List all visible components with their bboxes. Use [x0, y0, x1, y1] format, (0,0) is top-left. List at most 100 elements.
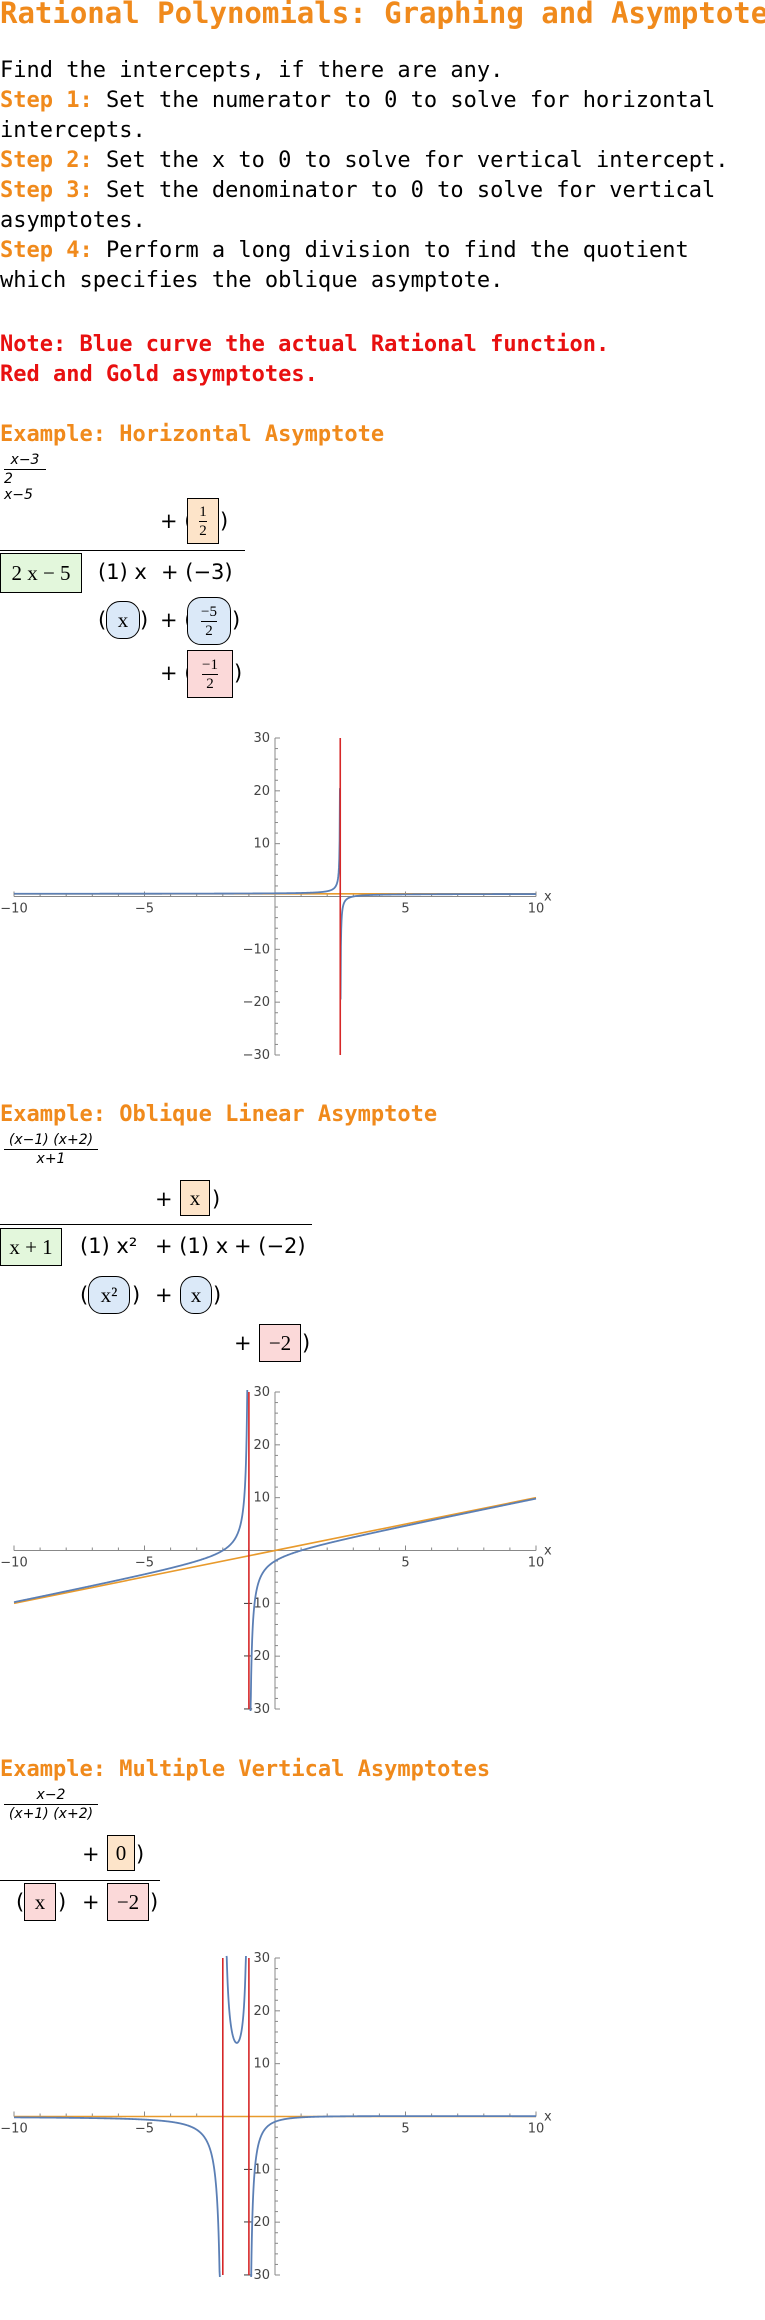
- denominator-root-box-2: −2: [107, 1883, 149, 1921]
- x-axis-label: x: [544, 890, 552, 905]
- remainder-box: −1 2: [187, 650, 233, 698]
- step-text: Perform a long division to find the quot…: [0, 238, 689, 293]
- y-tick-label: 30: [253, 1951, 270, 1966]
- paren-close: ): [212, 1187, 221, 1211]
- division-bar: [0, 550, 245, 551]
- step-label: Step 2:: [0, 148, 93, 173]
- chart-horizontal-asymptote: −10 −5 5 10 −30 −20 −10 10 20 30 x: [0, 731, 552, 1063]
- paren-open: (: [80, 1283, 89, 1307]
- paren-open: (: [98, 608, 107, 632]
- y-tick-label: −30: [243, 1702, 270, 1717]
- dividend-term-3: + (−2): [234, 1234, 306, 1258]
- note: Note: Blue curve the actual Rational fun…: [0, 330, 609, 390]
- y-tick-label: 30: [253, 731, 270, 746]
- y-tick-label: 30: [253, 1385, 270, 1400]
- step-2: Step 2: Set the x to 0 to solve for vert…: [0, 146, 765, 176]
- paren-close: ): [213, 1283, 222, 1307]
- remainder-box: −2: [259, 1324, 301, 1362]
- step-label: Step 3:: [0, 178, 93, 203]
- paren-close: ): [302, 1331, 311, 1355]
- x-tick-label: 10: [528, 902, 545, 917]
- paren-close: ): [140, 608, 149, 632]
- y-tick-label: 10: [253, 2057, 270, 2072]
- x-tick-label: 5: [401, 1556, 409, 1571]
- chart-oblique-asymptote: −10 −5 5 10 −30 −20 −10 10 20 30 x: [0, 1385, 552, 1717]
- x-tick-label: −10: [0, 902, 27, 917]
- paren-close: ): [234, 661, 243, 685]
- dividend-term-1: (1) x²: [80, 1234, 138, 1258]
- paren-close: ): [136, 1842, 145, 1866]
- quotient-box: x: [180, 1180, 210, 1216]
- example-2-fraction: (x−1) (x+2) x+1: [4, 1132, 98, 1167]
- example-1-fraction: x−3 2 x−5: [4, 452, 46, 503]
- fraction-numerator: x−3: [10, 452, 40, 468]
- steps-section: Find the intercepts, if there are any. S…: [0, 56, 765, 296]
- step-label: Step 1:: [0, 88, 93, 113]
- x-tick-label: −10: [0, 1556, 27, 1571]
- paren-close: ): [220, 509, 229, 533]
- fraction-denominator: 2 x−5: [4, 471, 33, 503]
- divisor-box: x + 1: [0, 1228, 62, 1266]
- note-line-2: Red and Gold asymptotes.: [0, 362, 318, 387]
- fraction-denominator: (x+1) (x+2): [8, 1806, 94, 1822]
- example-3-fraction: x−2 (x+1) (x+2): [4, 1787, 98, 1822]
- dividend-term-1: (1) x: [98, 560, 147, 584]
- y-tick-label: 10: [253, 837, 270, 852]
- x-tick-label: 5: [401, 902, 409, 917]
- y-tick-label: −30: [243, 1048, 270, 1063]
- division-bar: [0, 1224, 312, 1225]
- subtract-box: x: [106, 601, 140, 639]
- step-3: Step 3: Set the denominator to 0 to solv…: [0, 176, 765, 236]
- y-tick-label: 20: [253, 2004, 270, 2019]
- divisor-box: 2 x − 5: [0, 553, 82, 593]
- x-tick-label: 10: [528, 1556, 545, 1571]
- page-title: Rational Polynomials: Graphing and Asymp…: [0, 0, 765, 30]
- paren-close: ): [232, 608, 241, 632]
- step-text: Set the numerator to 0 to solve for hori…: [0, 88, 716, 143]
- example-1-title: Example: Horizontal Asymptote: [0, 422, 385, 447]
- subtract-box-2: −5 2: [187, 597, 231, 645]
- x-tick-label: −10: [0, 2122, 27, 2137]
- y-tick-label: −20: [243, 2215, 270, 2230]
- fraction-denominator: x+1: [36, 1151, 66, 1167]
- x-tick-label: −5: [135, 2122, 154, 2137]
- y-tick-label: 20: [253, 784, 270, 799]
- quotient-box: 12: [187, 498, 219, 544]
- x-tick-label: 10: [528, 2122, 545, 2137]
- step-label: Step 4:: [0, 238, 93, 263]
- paren-close: ): [150, 1890, 159, 1914]
- subtract-box: x²: [88, 1276, 130, 1314]
- division-bar: [0, 1880, 160, 1881]
- note-line-1: Note: Blue curve the actual Rational fun…: [0, 332, 610, 357]
- x-axis-label: x: [544, 1544, 552, 1559]
- y-tick-label: −10: [243, 1596, 270, 1611]
- page: Rational Polynomials: Graphing and Asymp…: [0, 0, 765, 2320]
- paren-close: ): [58, 1890, 67, 1914]
- quotient-box: 0: [107, 1835, 135, 1871]
- fraction-numerator: x−2: [36, 1787, 66, 1803]
- x-tick-label: −5: [135, 1556, 154, 1571]
- subtract-box-2: x: [180, 1276, 212, 1314]
- step-4: Step 4: Perform a long division to find …: [0, 236, 765, 296]
- x-tick-label: 5: [401, 2122, 409, 2137]
- paren-open: (: [16, 1890, 25, 1914]
- y-tick-label: −30: [243, 2268, 270, 2283]
- denominator-root-box-1: x: [24, 1883, 56, 1921]
- y-tick-label: −10: [243, 942, 270, 957]
- y-tick-label: −10: [243, 2162, 270, 2177]
- example-3-title: Example: Multiple Vertical Asymptotes: [0, 1757, 491, 1782]
- dividend-term-2: + (−3): [161, 560, 233, 584]
- example-2-title: Example: Oblique Linear Asymptote: [0, 1102, 438, 1127]
- steps-intro: Find the intercepts, if there are any.: [0, 58, 504, 83]
- step-1: Step 1: Set the numerator to 0 to solve …: [0, 86, 765, 146]
- x-axis-label: x: [544, 2110, 552, 2125]
- chart-multiple-vertical-asymptotes: −10 −5 5 10 −30 −20 −10 10 20 30 x: [0, 1951, 552, 2283]
- fraction-numerator: (x−1) (x+2): [8, 1132, 94, 1148]
- paren-close: ): [132, 1283, 141, 1307]
- y-tick-label: 10: [253, 1491, 270, 1506]
- step-text: Set the x to 0 to solve for vertical int…: [105, 148, 729, 173]
- dividend-term-2: + (1) x: [155, 1234, 229, 1258]
- x-tick-label: −5: [135, 902, 154, 917]
- step-text: Set the denominator to 0 to solve for ve…: [0, 178, 716, 233]
- y-tick-label: 20: [253, 1438, 270, 1453]
